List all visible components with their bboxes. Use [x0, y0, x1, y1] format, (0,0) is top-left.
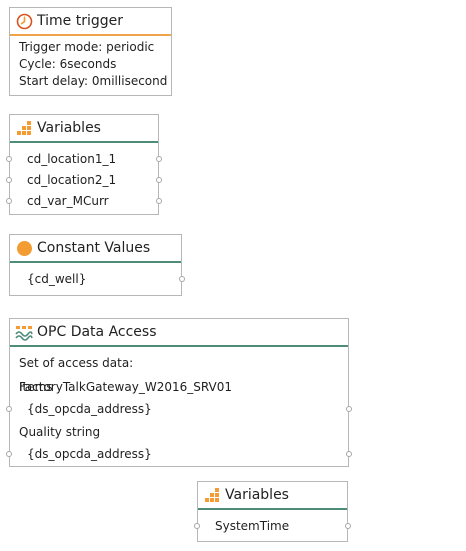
variables-header: Variables [198, 482, 347, 508]
input-port[interactable] [6, 406, 12, 412]
variable-row[interactable]: cd_location1_1 [6, 149, 162, 170]
output-port[interactable] [156, 198, 162, 204]
variables-header: Variables [10, 115, 158, 141]
constant-values-title: Constant Values [37, 240, 151, 256]
output-port[interactable] [156, 156, 162, 162]
variable-label: cd_location2_1 [27, 173, 117, 187]
opc-data-access-title: OPC Data Access [37, 324, 157, 340]
variable-row[interactable]: cd_location2_1 [6, 170, 162, 191]
orange-circle-icon [15, 239, 33, 257]
time-trigger-node[interactable]: Time trigger Trigger mode: periodic Cycl… [9, 7, 172, 96]
variables-node[interactable]: Variables cd_location1_1 cd_location2_1 … [6, 114, 162, 215]
system-variables-node[interactable]: Variables SystemTime [194, 481, 351, 542]
trigger-mode-text: Trigger mode: periodic [19, 40, 155, 54]
input-port[interactable] [194, 523, 200, 529]
bar-stack-icon [15, 119, 33, 137]
quality-value: {ds_opcda_address} [27, 447, 152, 461]
time-trigger-title: Time trigger [37, 13, 123, 29]
quality-string-label: Quality string [19, 425, 101, 439]
opc-data-access-header: OPC Data Access [10, 319, 348, 345]
start-delay-text: Start delay: 0millisecond [19, 74, 168, 88]
output-port[interactable] [345, 523, 351, 529]
opc-wave-icon [15, 323, 33, 341]
variable-row[interactable]: cd_var_MCurr [6, 191, 162, 212]
input-port[interactable] [6, 451, 12, 457]
access-data-text: Set of access data: FactoryTalkGateway_W… [19, 356, 233, 394]
constant-label: {cd_well} [27, 272, 87, 286]
output-port[interactable] [179, 276, 185, 282]
opc-data-access-node[interactable]: OPC Data Access Set of access data: Fact… [6, 318, 352, 467]
output-port[interactable] [156, 177, 162, 183]
bar-stack-icon [203, 486, 221, 504]
constant-row[interactable]: {cd_well} [10, 269, 185, 290]
variable-label: SystemTime [215, 519, 290, 533]
variable-label: cd_location1_1 [27, 152, 117, 166]
variable-label: cd_var_MCurr [27, 194, 109, 208]
variables-title: Variables [225, 487, 289, 503]
variable-row[interactable]: SystemTime [194, 516, 351, 537]
constant-values-node[interactable]: Constant Values {cd_well} [9, 234, 185, 296]
items-row[interactable]: {ds_opcda_address} [6, 399, 352, 420]
clock-icon [15, 12, 33, 30]
variables-title: Variables [37, 120, 101, 136]
input-port[interactable] [6, 177, 12, 183]
constant-values-header: Constant Values [10, 235, 181, 261]
time-trigger-header: Time trigger [10, 8, 171, 34]
input-port[interactable] [6, 156, 12, 162]
cycle-text: Cycle: 6seconds [19, 57, 117, 71]
output-port[interactable] [346, 451, 352, 457]
input-port[interactable] [6, 198, 12, 204]
quality-row[interactable]: {ds_opcda_address} [6, 444, 352, 465]
output-port[interactable] [346, 406, 352, 412]
items-value: {ds_opcda_address} [27, 402, 152, 416]
